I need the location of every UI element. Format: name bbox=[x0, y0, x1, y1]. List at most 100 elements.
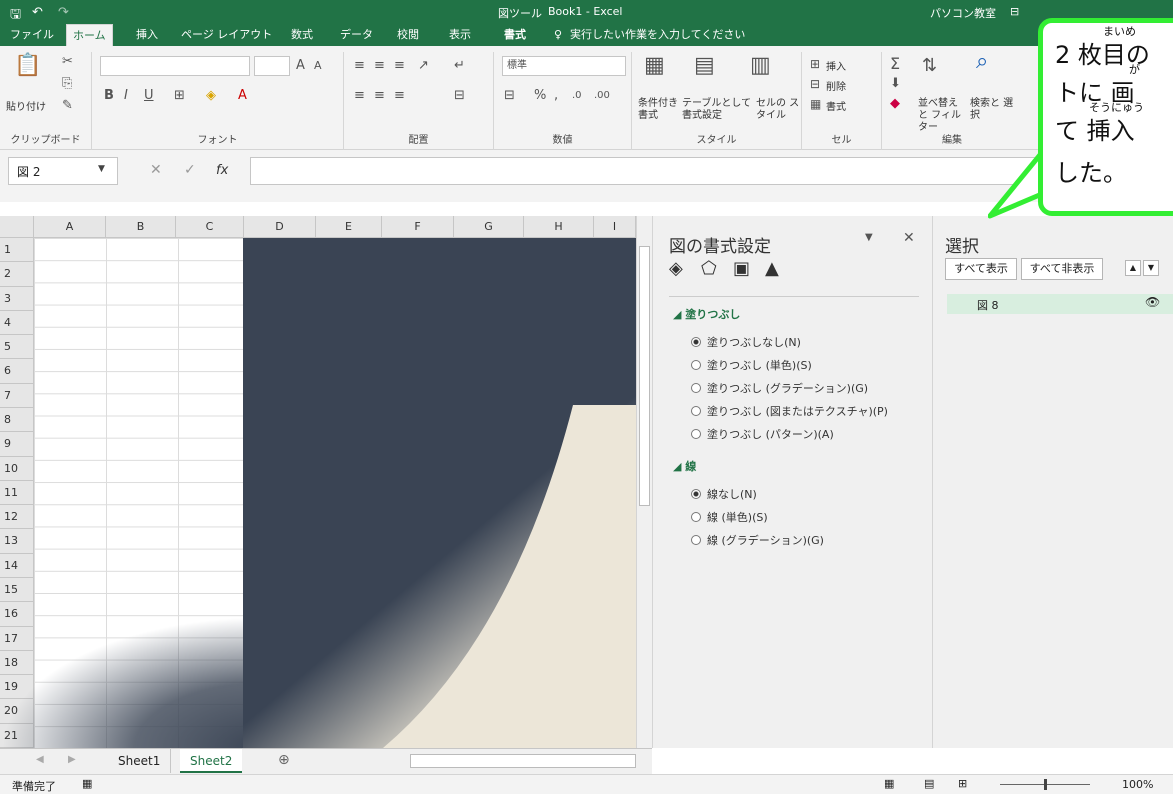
find-select-icon[interactable]: ⌕ bbox=[976, 51, 988, 73]
ribbon-display-icon[interactable]: ⊟ bbox=[1010, 5, 1019, 18]
row-header[interactable]: 14 bbox=[0, 553, 34, 578]
tell-me-box[interactable]: 実行したい作業を入力してください bbox=[564, 24, 751, 46]
shrink-font-icon[interactable]: A bbox=[314, 58, 322, 74]
cut-icon[interactable]: ✂ bbox=[62, 54, 73, 70]
zoom-level[interactable]: 100% bbox=[1122, 778, 1153, 791]
fill-option-none[interactable]: 塗りつぶしなし(N) bbox=[691, 334, 801, 350]
sort-filter-button[interactable]: 並べ替えと フィルター bbox=[918, 98, 966, 134]
tab-data[interactable]: データ bbox=[334, 24, 379, 46]
comma-icon[interactable]: , bbox=[554, 88, 558, 104]
align-center-icon[interactable]: ≡ bbox=[374, 88, 385, 104]
picture-icon[interactable]: ▲ bbox=[765, 258, 779, 279]
name-box-dropdown-icon[interactable]: ▼ bbox=[98, 164, 105, 174]
redo-icon[interactable]: ↷ bbox=[58, 5, 69, 20]
fill-option-gradient[interactable]: 塗りつぶし (グラデーション)(G) bbox=[691, 380, 868, 396]
insert-cells-button[interactable]: 挿入 bbox=[826, 58, 846, 73]
cell-styles-icon[interactable]: ▥ bbox=[750, 55, 771, 77]
row-header[interactable]: 6 bbox=[0, 359, 34, 384]
column-header[interactable]: C bbox=[176, 216, 244, 238]
line-option-none[interactable]: 線なし(N) bbox=[691, 486, 757, 502]
row-header[interactable]: 5 bbox=[0, 335, 34, 360]
row-header[interactable]: 9 bbox=[0, 432, 34, 457]
format-as-table-icon[interactable]: ▤ bbox=[694, 55, 715, 77]
tab-page-layout[interactable]: ページ レイアウト bbox=[175, 24, 278, 46]
column-header[interactable]: F bbox=[382, 216, 454, 238]
border-icon[interactable]: ⊞ bbox=[174, 88, 185, 104]
macro-record-icon[interactable]: ▦ bbox=[82, 777, 92, 790]
align-left-icon[interactable]: ≡ bbox=[354, 88, 365, 104]
font-color-icon[interactable]: A bbox=[238, 88, 247, 104]
tab-view[interactable]: 表示 bbox=[443, 24, 477, 46]
row-header[interactable]: 10 bbox=[0, 456, 34, 481]
fill-icon[interactable]: ⬇ bbox=[890, 76, 901, 92]
hide-all-button[interactable]: すべて非表示 bbox=[1021, 258, 1103, 280]
normal-view-icon[interactable]: ▦ bbox=[884, 777, 894, 790]
scrollbar-thumb[interactable] bbox=[639, 246, 650, 506]
tab-review[interactable]: 校閲 bbox=[391, 24, 425, 46]
column-header[interactable]: D bbox=[244, 216, 316, 238]
cell-styles-button[interactable]: セルの スタイル bbox=[756, 98, 800, 122]
tab-insert[interactable]: 挿入 bbox=[130, 24, 164, 46]
fill-option-pattern[interactable]: 塗りつぶし (パターン)(A) bbox=[691, 426, 834, 442]
row-header[interactable]: 11 bbox=[0, 480, 34, 506]
align-bottom-icon[interactable]: ≡ bbox=[394, 58, 405, 74]
sheet-scroll-right-icon[interactable]: ▶ bbox=[68, 754, 76, 765]
currency-icon[interactable]: ⊟ bbox=[504, 88, 515, 104]
new-sheet-icon[interactable]: ⊕ bbox=[278, 752, 290, 768]
tab-formulas[interactable]: 数式 bbox=[285, 24, 319, 46]
conditional-format-button[interactable]: 条件付き 書式 bbox=[638, 98, 686, 122]
grow-font-icon[interactable]: A bbox=[296, 58, 305, 74]
insert-cells-icon[interactable]: ⊞ bbox=[810, 56, 820, 72]
row-header[interactable]: 7 bbox=[0, 383, 34, 408]
format-painter-icon[interactable]: ✎ bbox=[62, 98, 73, 114]
font-name-box[interactable] bbox=[100, 56, 250, 76]
vertical-scrollbar[interactable] bbox=[636, 216, 652, 748]
fill-option-solid[interactable]: 塗りつぶし (単色)(S) bbox=[691, 357, 812, 373]
column-header[interactable]: A bbox=[34, 216, 106, 238]
paste-icon[interactable]: 📋 bbox=[14, 55, 41, 77]
row-header[interactable]: 13 bbox=[0, 529, 34, 554]
bring-forward-icon[interactable]: ▲ bbox=[1125, 260, 1141, 276]
column-header[interactable]: E bbox=[316, 216, 382, 238]
clear-icon[interactable]: ◆ bbox=[890, 96, 900, 112]
fill-line-icon[interactable]: ◈ bbox=[669, 258, 683, 279]
close-pane-icon[interactable]: ✕ bbox=[903, 230, 915, 246]
align-middle-icon[interactable]: ≡ bbox=[374, 58, 385, 74]
line-option-gradient[interactable]: 線 (グラデーション)(G) bbox=[691, 532, 824, 548]
autosum-icon[interactable]: Σ bbox=[890, 56, 900, 72]
undo-icon[interactable]: ↶ bbox=[32, 5, 43, 20]
page-break-view-icon[interactable]: ⊞ bbox=[958, 777, 967, 790]
italic-icon[interactable]: I bbox=[124, 88, 128, 104]
decrease-decimal-icon[interactable]: .00 bbox=[594, 88, 610, 104]
row-header[interactable]: 12 bbox=[0, 505, 34, 530]
row-header[interactable]: 1 bbox=[0, 238, 34, 263]
tab-home[interactable]: ホーム bbox=[66, 24, 113, 46]
delete-cells-icon[interactable]: ⊟ bbox=[810, 76, 820, 92]
row-header[interactable]: 2 bbox=[0, 262, 34, 287]
row-header[interactable]: 8 bbox=[0, 408, 34, 433]
page-layout-view-icon[interactable]: ▤ bbox=[924, 777, 934, 790]
row-header[interactable]: 15 bbox=[0, 578, 34, 603]
format-as-table-button[interactable]: テーブルとして 書式設定 bbox=[682, 98, 752, 122]
fill-color-icon[interactable]: ◈ bbox=[206, 88, 216, 104]
sheet-scroll-left-icon[interactable]: ◀ bbox=[36, 754, 44, 765]
copy-icon[interactable]: ⎘ bbox=[62, 76, 72, 92]
number-format-box[interactable]: 標準 bbox=[502, 56, 626, 76]
user-name[interactable]: パソコン教室 bbox=[930, 5, 996, 21]
select-all-corner[interactable] bbox=[0, 216, 34, 238]
visibility-eye-icon[interactable]: 👁 bbox=[1145, 295, 1160, 309]
tab-format[interactable]: 書式 bbox=[498, 24, 532, 46]
column-header[interactable]: H bbox=[524, 216, 594, 238]
underline-icon[interactable]: U bbox=[144, 88, 154, 104]
format-cells-icon[interactable]: ▦ bbox=[810, 96, 821, 112]
row-header[interactable]: 4 bbox=[0, 310, 34, 336]
sheet-tab-sheet1[interactable]: Sheet1 bbox=[108, 749, 172, 773]
sheet-tab-sheet2[interactable]: Sheet2 bbox=[180, 749, 243, 773]
percent-icon[interactable]: % bbox=[534, 88, 546, 104]
send-backward-icon[interactable]: ▼ bbox=[1143, 260, 1159, 276]
align-top-icon[interactable]: ≡ bbox=[354, 58, 365, 74]
find-select-button[interactable]: 検索と 選択 bbox=[970, 98, 1014, 122]
inserted-picture[interactable] bbox=[243, 238, 636, 748]
orientation-icon[interactable]: ↗ bbox=[418, 58, 429, 74]
column-header[interactable]: G bbox=[454, 216, 524, 238]
